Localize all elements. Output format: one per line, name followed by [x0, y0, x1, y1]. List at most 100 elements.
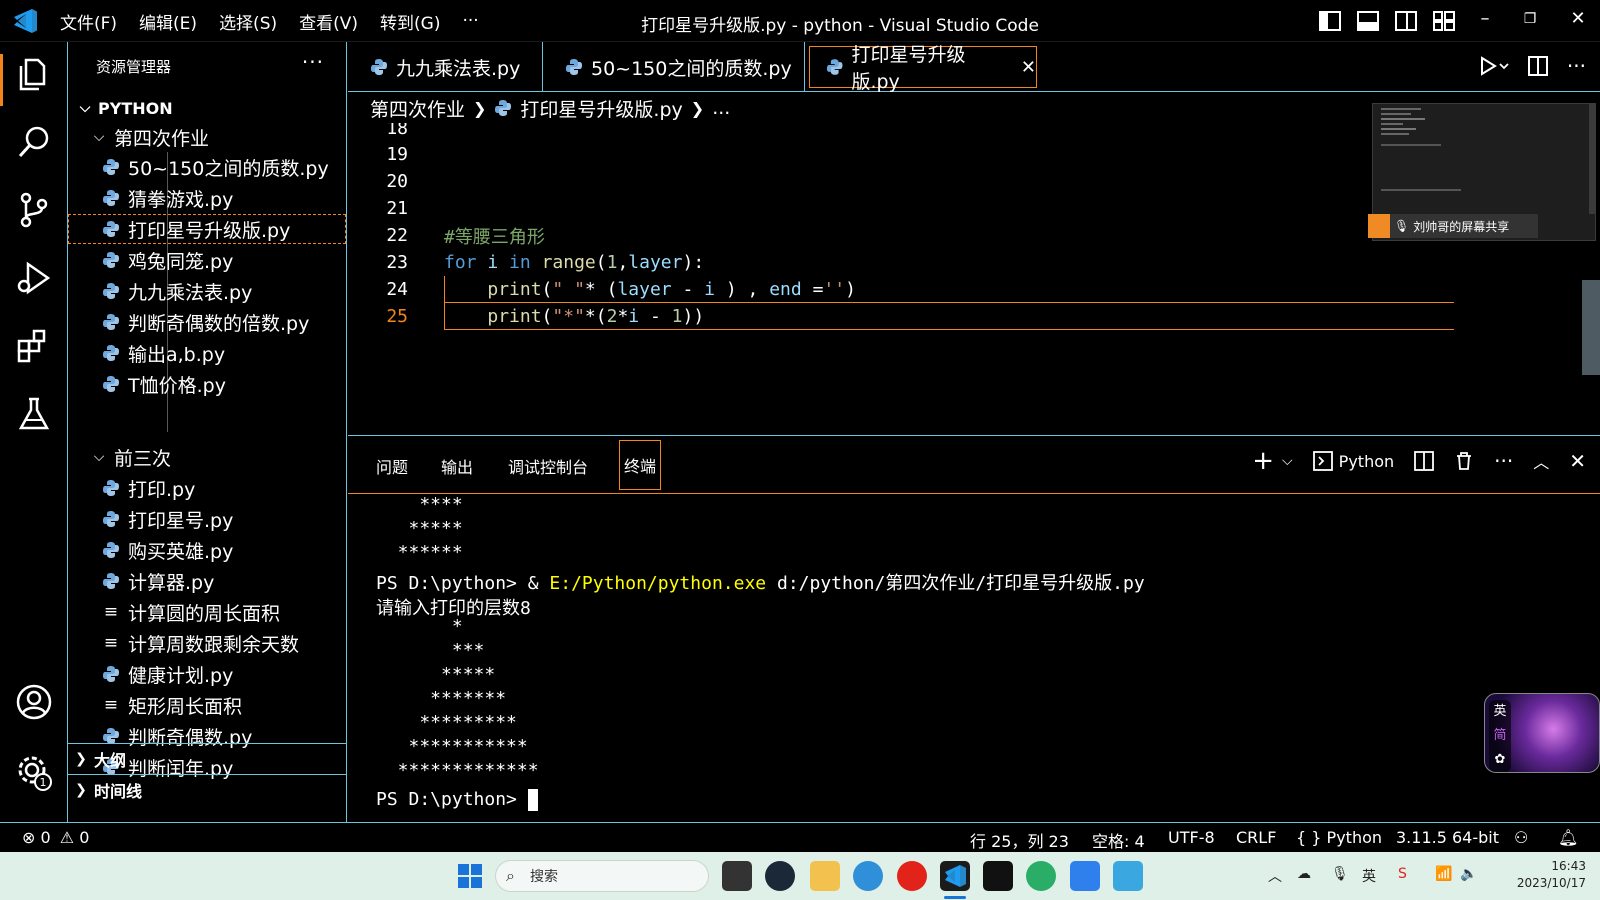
more-actions-icon[interactable]: ···	[1494, 449, 1513, 473]
language-mode[interactable]: { } Python	[1296, 828, 1382, 847]
vscode-taskbar-icon[interactable]	[940, 861, 970, 891]
menu-more[interactable]: ···	[462, 11, 478, 31]
ime-tray-icon[interactable]: 英	[1362, 866, 1376, 886]
breadcrumb-folder[interactable]: 第四次作业	[370, 95, 465, 122]
taskbar-search[interactable]: ⌕ 搜索	[495, 860, 709, 892]
file-explorer-icon[interactable]	[810, 861, 840, 891]
run-debug-icon[interactable]	[14, 258, 54, 298]
split-editor-icon[interactable]	[1527, 55, 1549, 77]
tab-multiplication-table[interactable]: 九九乘法表.py	[348, 42, 543, 92]
search-icon[interactable]	[14, 122, 54, 162]
folder-fourth-homework[interactable]: ⌵ 第四次作业	[68, 122, 346, 152]
tab-problems[interactable]: 问题	[376, 454, 408, 478]
app-tray-icon[interactable]: S	[1398, 866, 1407, 882]
breadcrumb-symbols[interactable]: ...	[712, 97, 730, 119]
file-item[interactable]: 鸡兔同笼.py	[68, 245, 346, 275]
notepad-icon[interactable]	[1113, 861, 1143, 891]
cursor-position[interactable]: 行 25，列 23	[970, 828, 1069, 852]
end-of-line[interactable]: CRLF	[1236, 828, 1276, 847]
file-item[interactable]: 购买英雄.py	[68, 535, 346, 565]
netease-music-icon[interactable]	[897, 861, 927, 891]
outline-section[interactable]: ❯ 大纲	[68, 743, 346, 773]
tab-close-icon[interactable]: ✕	[1021, 57, 1036, 78]
explorer-icon[interactable]	[14, 54, 54, 94]
folder-first-three[interactable]: ⌵ 前三次	[68, 442, 346, 472]
menu-view[interactable]: 查看(V)	[299, 9, 358, 34]
explorer-more-actions[interactable]: ···	[302, 50, 324, 74]
windows-start-icon[interactable]	[455, 861, 485, 891]
screen-share-banner[interactable]: 🎙 刘帅哥的屏幕共享	[1368, 214, 1538, 238]
terminal-shell-selector[interactable]: Python	[1312, 451, 1394, 471]
steam-icon[interactable]	[765, 861, 795, 891]
menu-selection[interactable]: 选择(S)	[219, 9, 277, 34]
indentation[interactable]: 空格: 4	[1092, 828, 1145, 852]
file-item[interactable]: 健康计划.py	[68, 659, 346, 689]
close-window-icon[interactable]: ✕	[1566, 8, 1590, 29]
toggle-primary-sidebar-icon[interactable]	[1318, 10, 1342, 32]
wechat-icon[interactable]	[1026, 861, 1056, 891]
tab-debug-console[interactable]: 调试控制台	[508, 454, 588, 478]
menu-edit[interactable]: 编辑(E)	[139, 9, 197, 34]
file-item[interactable]: 打印星号升级版.py	[68, 214, 346, 244]
restore-icon[interactable]: ❐	[1518, 11, 1542, 27]
toggle-secondary-sidebar-icon[interactable]	[1394, 10, 1418, 32]
workspace-root[interactable]: ⌵ PYTHON	[68, 93, 346, 123]
file-item[interactable]: 50~150之间的质数.py	[68, 152, 346, 182]
file-item[interactable]: ≡ 计算周数跟剩余天数	[68, 628, 346, 658]
ime-lang[interactable]: 英	[1489, 700, 1511, 724]
file-item[interactable]: 打印星号.py	[68, 504, 346, 534]
wifi-icon[interactable]: 📶	[1435, 866, 1452, 882]
ime-skin-icon[interactable]: ✿	[1489, 748, 1511, 772]
notifications-bell-icon[interactable]: 🔔︎	[1558, 828, 1578, 847]
extensions-icon[interactable]	[14, 326, 54, 366]
file-item[interactable]: ≡ 矩形周长面积	[68, 690, 346, 720]
timeline-section[interactable]: ❯ 时间线	[68, 774, 346, 804]
file-item[interactable]: 猜拳游戏.py	[68, 183, 346, 213]
maximize-panel-icon[interactable]: ︿	[1533, 449, 1549, 473]
terminal[interactable]: **** ***** ****** PS D:\python> & E:/Pyt…	[348, 493, 1600, 823]
tab-print-stars-upgraded[interactable]: 打印星号升级版.py ✕	[809, 44, 1037, 93]
edge-icon[interactable]	[853, 861, 883, 891]
more-actions-icon[interactable]: ···	[1567, 54, 1586, 78]
file-item[interactable]: 输出a,b.py	[68, 338, 346, 368]
trash-icon[interactable]	[1454, 451, 1474, 471]
new-terminal-icon[interactable]: +	[1252, 446, 1274, 476]
taskbar-clock[interactable]: 16:43 2023/10/17	[1517, 858, 1586, 892]
problems-status[interactable]: ⊗ 0 ⚠ 0	[22, 828, 89, 847]
file-item[interactable]: 打印.py	[68, 473, 346, 503]
tab-terminal[interactable]: 终端	[619, 440, 662, 490]
tab-output[interactable]: 输出	[441, 454, 473, 478]
minimize-icon[interactable]: –	[1473, 8, 1497, 29]
file-item[interactable]: 九九乘法表.py	[68, 276, 346, 306]
tab-prime-numbers[interactable]: 50~150之间的质数.py	[543, 42, 805, 92]
file-item[interactable]: T恤价格.py	[68, 369, 346, 399]
task-view-icon[interactable]	[722, 861, 752, 891]
file-item[interactable]: ≡ 计算圆的周长面积	[68, 597, 346, 627]
python-interpreter[interactable]: 3.11.5 64-bit	[1396, 828, 1499, 847]
split-terminal-icon[interactable]	[1414, 451, 1435, 471]
source-control-icon[interactable]	[14, 190, 54, 230]
microphone-icon[interactable]: 🎙	[1331, 866, 1349, 882]
menu-go[interactable]: 转到(G)	[380, 9, 440, 34]
feedback-icon[interactable]: ⚇	[1514, 828, 1528, 847]
file-item[interactable]: 判断奇偶数的倍数.py	[68, 307, 346, 337]
chevron-down-icon[interactable]: ⌵	[1282, 453, 1293, 469]
ime-floating-widget[interactable]: 英 简 ✿	[1484, 693, 1600, 773]
run-python-file-icon[interactable]	[1479, 55, 1509, 77]
breadcrumb-file[interactable]: 打印星号升级版.py	[520, 95, 682, 122]
editor-scrollbar[interactable]	[1582, 280, 1600, 375]
menu-file[interactable]: 文件(F)	[60, 9, 117, 34]
file-item[interactable]: 计算器.py	[68, 566, 346, 596]
testing-icon[interactable]	[14, 394, 54, 434]
cloud-icon[interactable]: ☁	[1297, 866, 1311, 882]
encoding[interactable]: UTF-8	[1168, 828, 1215, 847]
meeting-app-icon[interactable]	[1070, 861, 1100, 891]
customize-layout-icon[interactable]	[1432, 10, 1456, 32]
tiktok-icon[interactable]	[983, 861, 1013, 891]
manage-gear-icon[interactable]: 1	[14, 752, 54, 792]
close-panel-icon[interactable]: ✕	[1569, 449, 1586, 473]
accounts-icon[interactable]	[14, 682, 54, 722]
ime-mode[interactable]: 简	[1489, 724, 1511, 748]
chevron-up-icon[interactable]: ︿	[1268, 866, 1282, 886]
toggle-panel-icon[interactable]	[1356, 10, 1380, 32]
